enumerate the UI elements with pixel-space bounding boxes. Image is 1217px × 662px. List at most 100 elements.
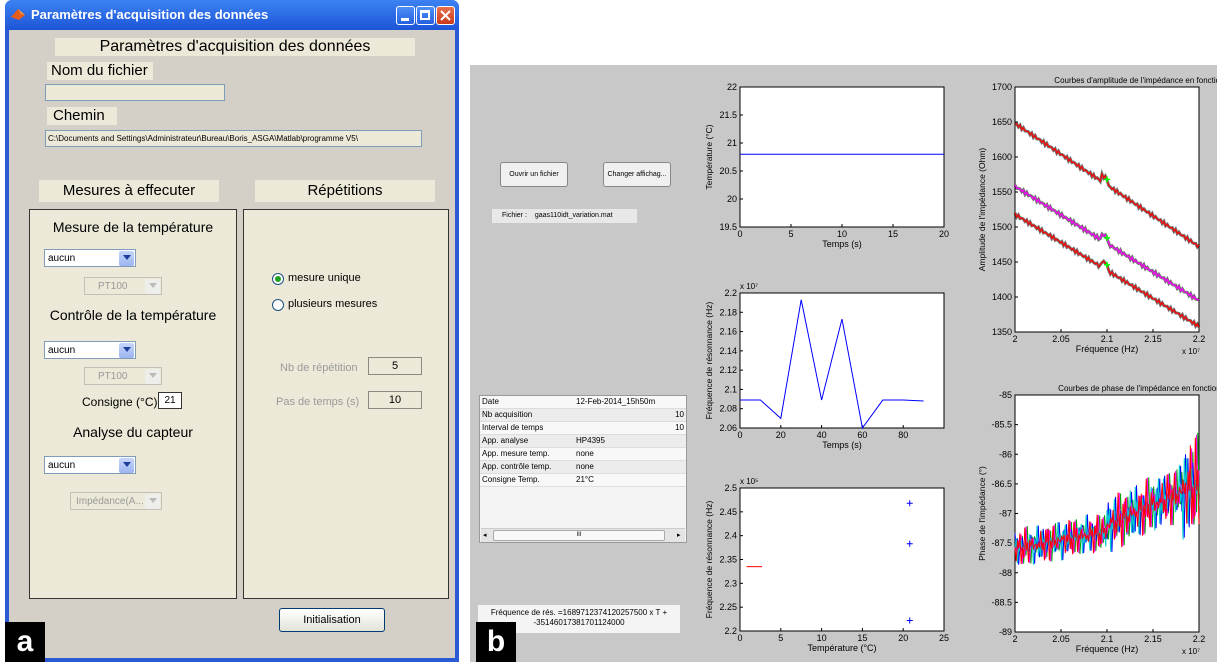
y-tick-label: 2.14 <box>719 346 737 356</box>
x-tick-label: 20 <box>898 633 908 643</box>
x-axis-label: Fréquence (Hz) <box>1076 644 1139 654</box>
y-tick-label: 2.2 <box>724 288 737 298</box>
maximize-button[interactable] <box>416 6 435 25</box>
temp-control-select-value: aucun <box>48 345 76 356</box>
chevron-down-icon <box>119 251 134 266</box>
y-axis-label: Fréquence de résonnance (Hz) <box>704 302 714 420</box>
x-axis-label: Fréquence (Hz) <box>1076 344 1139 354</box>
x-tick-label: 2 <box>1012 334 1017 344</box>
setpoint-input[interactable]: 21 <box>158 392 182 409</box>
close-button[interactable] <box>436 6 455 25</box>
y-tick-label: -87.5 <box>991 538 1012 548</box>
close-icon <box>440 10 451 21</box>
y-tick-label: -86 <box>999 449 1012 459</box>
x-scale-label: x 10⁷ <box>1182 347 1200 356</box>
y-tick-label: 2.45 <box>719 507 737 517</box>
measures-header: Mesures à effecuter <box>39 180 219 202</box>
chevron-down-icon <box>145 494 160 509</box>
y-tick-label: 2.12 <box>719 365 737 375</box>
path-input[interactable]: C:\Documents and Settings\Administrateur… <box>45 130 422 147</box>
panel-b-badge: b <box>476 622 516 662</box>
y-tick-label: 1700 <box>992 82 1012 92</box>
plot-area <box>739 292 945 429</box>
y-tick-label: 21 <box>727 138 737 148</box>
temp-control-sensor-select: PT100 <box>84 367 162 385</box>
x-tick-label: 2.15 <box>1144 334 1162 344</box>
x-tick-label: 2.05 <box>1052 334 1070 344</box>
radio-multiple-option[interactable]: plusieurs mesures <box>272 298 412 312</box>
y-tick-label: 20.5 <box>719 166 737 176</box>
y-axis-label: Amplitude de l'impédance (Ohm) <box>977 148 987 272</box>
y-scale-label: x 10⁷ <box>740 282 758 291</box>
temp-measure-sensor-value: PT100 <box>98 281 128 292</box>
sensor-mode-value: Impédance(A... <box>76 496 144 507</box>
plot-area <box>1014 86 1200 333</box>
window-client: Paramètres d'acquisition des données Nom… <box>9 30 455 658</box>
measures-pane: Mesure de la température aucun PT100 Con… <box>29 209 237 599</box>
temp-measure-sensor-select: PT100 <box>84 277 162 295</box>
initialisation-button[interactable]: Initialisation <box>279 608 385 632</box>
x-tick-label: 80 <box>898 430 908 440</box>
chevron-down-icon <box>119 343 134 358</box>
radio-single-option[interactable]: mesure unique <box>272 272 412 286</box>
temp-measure-select[interactable]: aucun <box>44 249 136 267</box>
minimize-button[interactable] <box>396 6 415 25</box>
radio-single-label: mesure unique <box>288 272 361 284</box>
temp-measure-select-value: aucun <box>48 253 76 264</box>
x-tick-label: 2.1 <box>1101 334 1114 344</box>
filename-label: Nom du fichier <box>47 62 153 80</box>
x-axis-label: Temps (s) <box>822 440 862 450</box>
y-tick-label: 1600 <box>992 152 1012 162</box>
y-tick-label: -88.5 <box>991 597 1012 607</box>
plot-area <box>739 487 945 632</box>
time-step-input[interactable]: 10 <box>368 391 422 409</box>
nb-repetition-input[interactable]: 5 <box>368 357 422 375</box>
x-tick-label: 15 <box>888 229 898 239</box>
y-tick-label: -88 <box>999 568 1012 578</box>
repetitions-pane: mesure unique plusieurs mesures Nb de ré… <box>243 209 449 599</box>
radio-single[interactable] <box>272 273 284 285</box>
matlab-icon <box>11 9 25 20</box>
y-tick-label: 1550 <box>992 187 1012 197</box>
panel-a-badge: a <box>5 622 45 662</box>
nb-repetition-label: Nb de répétition <box>280 362 358 374</box>
x-axis-label: Température (°C) <box>807 643 876 653</box>
y-tick-label: 2.5 <box>724 483 737 493</box>
y-tick-label: -85.5 <box>991 420 1012 430</box>
x-tick-label: 5 <box>788 229 793 239</box>
title-bar: Paramètres d'acquisition des données <box>5 0 459 30</box>
x-tick-label: 15 <box>857 633 867 643</box>
x-axis-label: Temps (s) <box>822 239 862 249</box>
radio-multiple[interactable] <box>272 299 284 311</box>
x-tick-label: 10 <box>817 633 827 643</box>
y-tick-label: 2.25 <box>719 602 737 612</box>
y-tick-label: -86.5 <box>991 479 1012 489</box>
x-tick-label: 40 <box>817 430 827 440</box>
radio-multiple-label: plusieurs mesures <box>288 298 378 310</box>
y-axis-label: Phase de l'impédance (°) <box>977 466 987 561</box>
plot-area <box>739 86 945 228</box>
temp-control-sensor-value: PT100 <box>98 371 128 382</box>
x-tick-label: 5 <box>778 633 783 643</box>
y-tick-label: 2.3 <box>724 578 737 588</box>
x-tick-label: 25 <box>939 633 949 643</box>
x-tick-label: 2.2 <box>1193 634 1206 644</box>
temp-control-select[interactable]: aucun <box>44 341 136 359</box>
x-tick-label: 10 <box>837 229 847 239</box>
y-tick-label: 2.16 <box>719 327 737 337</box>
sensor-analysis-select-value: aucun <box>48 460 76 471</box>
y-tick-label: 2.2 <box>724 626 737 636</box>
x-tick-label: 0 <box>737 633 742 643</box>
x-scale-label: x 10⁷ <box>1182 647 1200 656</box>
x-tick-label: 2.15 <box>1144 634 1162 644</box>
acquisition-window: Paramètres d'acquisition des données Par… <box>5 0 459 662</box>
y-tick-label: 2.35 <box>719 555 737 565</box>
sensor-analysis-select[interactable]: aucun <box>44 456 136 474</box>
x-tick-label: 60 <box>857 430 867 440</box>
x-tick-label: 2 <box>1012 634 1017 644</box>
filename-input[interactable] <box>45 84 225 101</box>
y-tick-label: 21.5 <box>719 110 737 120</box>
y-tick-label: 2.06 <box>719 423 737 433</box>
y-tick-label: 2.1 <box>724 384 737 394</box>
y-tick-label: 22 <box>727 82 737 92</box>
